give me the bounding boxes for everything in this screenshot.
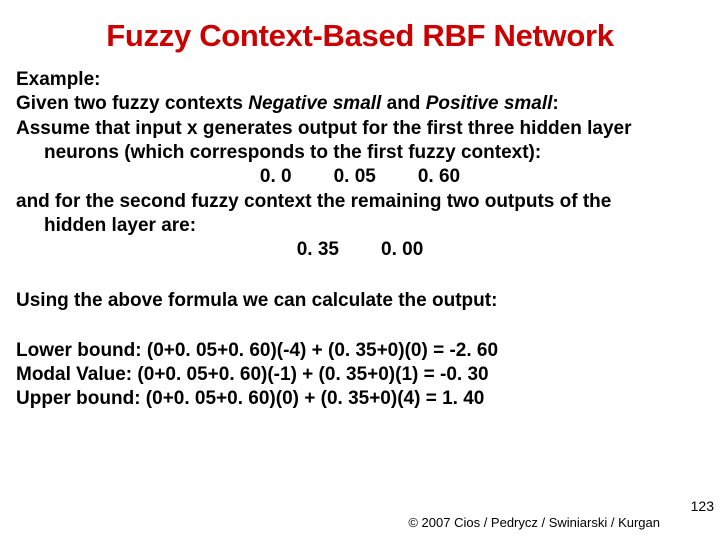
second-context-line-1: and for the second fuzzy context the rem… (16, 190, 704, 214)
context-positive-small: Positive small (426, 93, 553, 114)
lower-bound-line: Lower bound: (0+0. 05+0. 60)(-4) + (0. 3… (16, 339, 704, 363)
copyright-footer: © 2007 Cios / Pedrycz / Swiniarski / Kur… (408, 515, 660, 530)
given-and: and (381, 93, 425, 114)
assume-line-1: Assume that input x generates output for… (16, 117, 704, 141)
upper-bound-expr: (0+0. 05+0. 60)(0) + (0. 35+0)(4) = 1. 4… (141, 388, 485, 409)
slide: Fuzzy Context-Based RBF Network Example:… (0, 0, 720, 540)
upper-bound-label: Upper bound: (16, 388, 141, 409)
lower-bound-label: Lower bound: (16, 340, 142, 361)
value-1a: 0. 0 (260, 165, 292, 189)
first-context-values: 0. 0 0. 05 0. 60 (16, 165, 704, 189)
spacer (16, 263, 704, 289)
example-label: Example: (16, 68, 704, 92)
value-2b: 0. 00 (381, 238, 423, 262)
slide-body: Example: Given two fuzzy contexts Negati… (16, 68, 704, 412)
given-line: Given two fuzzy contexts Negative small … (16, 92, 704, 116)
given-suffix: : (552, 93, 558, 114)
assume-line-2: neurons (which corresponds to the first … (16, 141, 704, 165)
context-negative-small: Negative small (248, 93, 381, 114)
slide-title: Fuzzy Context-Based RBF Network (16, 18, 704, 54)
spacer-2 (16, 313, 704, 339)
modal-value-label: Modal Value: (16, 364, 132, 385)
value-1c: 0. 60 (418, 165, 460, 189)
modal-value-line: Modal Value: (0+0. 05+0. 60)(-1) + (0. 3… (16, 363, 704, 387)
second-context-values: 0. 35 0. 00 (16, 238, 704, 262)
given-prefix: Given two fuzzy contexts (16, 93, 248, 114)
value-2a: 0. 35 (297, 238, 339, 262)
using-formula-line: Using the above formula we can calculate… (16, 289, 704, 313)
modal-value-expr: (0+0. 05+0. 60)(-1) + (0. 35+0)(1) = -0.… (132, 364, 488, 385)
second-context-line-2: hidden layer are: (16, 214, 704, 238)
upper-bound-line: Upper bound: (0+0. 05+0. 60)(0) + (0. 35… (16, 387, 704, 411)
lower-bound-expr: (0+0. 05+0. 60)(-4) + (0. 35+0)(0) = -2.… (142, 340, 498, 361)
value-1b: 0. 05 (334, 165, 376, 189)
page-number: 123 (691, 498, 714, 514)
